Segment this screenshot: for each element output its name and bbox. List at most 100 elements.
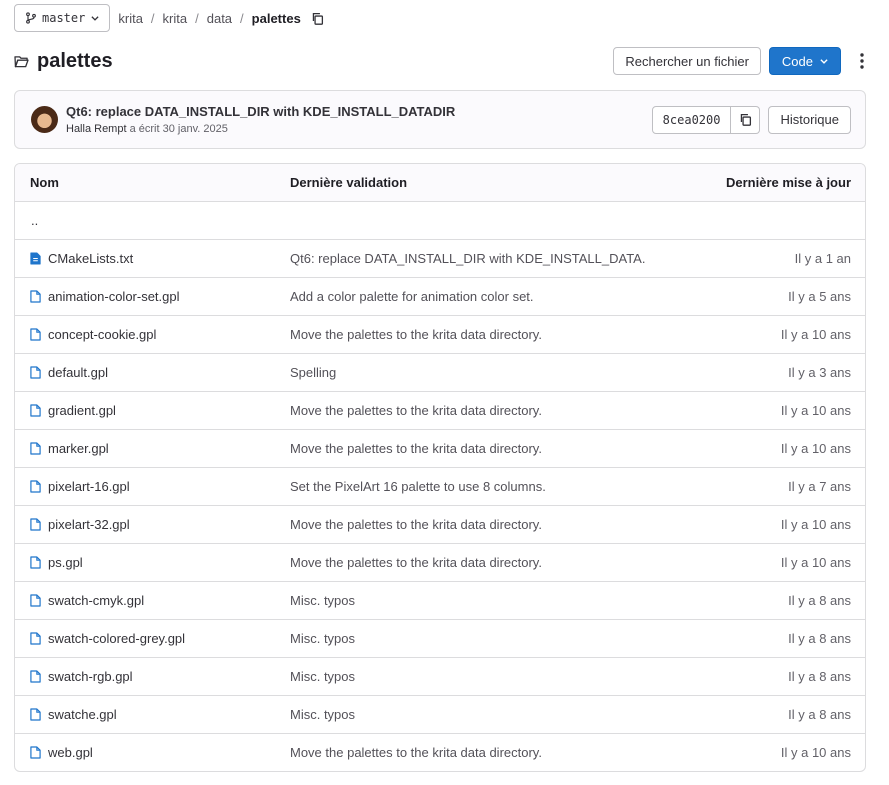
- parent-dir-row[interactable]: ..: [15, 201, 865, 239]
- branch-selector[interactable]: master: [14, 4, 111, 32]
- file-icon: [30, 518, 41, 531]
- commit-meta: Halla Rempt a écrit 30 janv. 2025: [66, 123, 455, 135]
- row-updated: Il y a 10 ans: [780, 745, 851, 760]
- breadcrumb-item[interactable]: krita: [118, 11, 143, 26]
- table-row[interactable]: ps.gpl Move the palettes to the krita dat…: [15, 543, 865, 581]
- copy-sha-button[interactable]: [731, 105, 761, 134]
- row-commit-message[interactable]: Misc. typos: [290, 631, 645, 646]
- row-commit-message[interactable]: Misc. typos: [290, 593, 645, 608]
- file-link[interactable]: swatch-rgb.gpl: [48, 669, 133, 684]
- table-row[interactable]: swatch-cmyk.gpl Misc. typos Il y a 8 ans: [15, 581, 865, 619]
- table-row[interactable]: marker.gpl Move the palettes to the krita…: [15, 429, 865, 467]
- table-row[interactable]: concept-cookie.gpl Move the palettes to t…: [15, 315, 865, 353]
- file-link[interactable]: pixelart-16.gpl: [48, 479, 130, 494]
- row-updated: Il y a 5 ans: [788, 289, 851, 304]
- row-updated: Il y a 8 ans: [788, 631, 851, 646]
- file-link[interactable]: swatche.gpl: [48, 707, 117, 722]
- title-actions: Rechercher un fichier Code: [613, 47, 875, 75]
- commit-title[interactable]: Qt6: replace DATA_INSTALL_DIR with KDE_I…: [66, 104, 455, 119]
- chevron-down-icon: [820, 59, 828, 64]
- file-icon: [30, 708, 41, 721]
- row-commit-message[interactable]: Add a color palette for animation color …: [290, 289, 645, 304]
- breadcrumb-item[interactable]: krita: [163, 11, 188, 26]
- branch-name: master: [42, 11, 86, 25]
- header-commit: Dernière validation: [290, 175, 408, 190]
- table-row[interactable]: web.gpl Move the palettes to the krita da…: [15, 733, 865, 771]
- table-row[interactable]: pixelart-32.gpl Move the palettes to the …: [15, 505, 865, 543]
- file-link[interactable]: concept-cookie.gpl: [48, 327, 156, 342]
- table-row[interactable]: gradient.gpl Move the palettes to the kri…: [15, 391, 865, 429]
- row-updated: Il y a 7 ans: [788, 479, 851, 494]
- row-updated: Il y a 3 ans: [788, 365, 851, 380]
- file-icon: [30, 328, 41, 341]
- commit-sha-group: 8cea0200: [651, 105, 761, 134]
- commit-author[interactable]: Halla Rempt: [66, 123, 127, 135]
- file-link[interactable]: ps.gpl: [48, 555, 83, 570]
- file-link[interactable]: swatch-cmyk.gpl: [48, 593, 144, 608]
- file-table: Nom Dernière validation Dernière mise à …: [14, 163, 866, 772]
- file-link[interactable]: web.gpl: [48, 745, 93, 760]
- file-link[interactable]: default.gpl: [48, 365, 108, 380]
- file-link[interactable]: animation-color-set.gpl: [48, 289, 180, 304]
- row-commit-message[interactable]: Move the palettes to the krita data dire…: [290, 403, 645, 418]
- parent-dir-link[interactable]: ..: [30, 213, 38, 228]
- row-updated: Il y a 10 ans: [780, 403, 851, 418]
- file-icon: [30, 632, 41, 645]
- row-commit-message[interactable]: Spelling: [290, 365, 645, 380]
- copy-path-button[interactable]: [311, 12, 324, 25]
- table-row[interactable]: swatche.gpl Misc. typos Il y a 8 ans: [15, 695, 865, 733]
- code-dropdown-button[interactable]: Code: [768, 47, 841, 75]
- avatar[interactable]: [31, 106, 58, 133]
- file-icon: [30, 404, 41, 417]
- file-icon: [30, 442, 41, 455]
- row-commit-message[interactable]: Move the palettes to the krita data dire…: [290, 327, 645, 342]
- row-commit-message[interactable]: Move the palettes to the krita data dire…: [290, 555, 645, 570]
- row-commit-message[interactable]: Qt6: replace DATA_INSTALL_DIR with KDE_I…: [290, 251, 645, 266]
- file-icon: [30, 290, 41, 303]
- commit-actions: 8cea0200 Historique: [651, 105, 851, 134]
- copy-icon: [740, 113, 751, 126]
- file-link[interactable]: marker.gpl: [48, 441, 109, 456]
- table-row[interactable]: default.gpl Spelling Il y a 3 ans: [15, 353, 865, 391]
- commit-sha[interactable]: 8cea0200: [651, 105, 732, 134]
- file-icon: [30, 480, 41, 493]
- table-row[interactable]: animation-color-set.gpl Add a color palet…: [15, 277, 865, 315]
- row-commit-message[interactable]: Misc. typos: [290, 707, 645, 722]
- file-icon: [30, 594, 41, 607]
- table-row[interactable]: pixelart-16.gpl Set the PixelArt 16 palet…: [15, 467, 865, 505]
- file-link[interactable]: gradient.gpl: [48, 403, 116, 418]
- commit-date-text: a écrit 30 janv. 2025: [126, 123, 228, 135]
- table-row[interactable]: swatch-colored-grey.gpl Misc. typos Il y a…: [15, 619, 865, 657]
- more-actions-button[interactable]: [849, 47, 875, 75]
- row-updated: Il y a 8 ans: [788, 707, 851, 722]
- breadcrumb-item[interactable]: data: [207, 11, 232, 26]
- row-updated: Il y a 10 ans: [780, 441, 851, 456]
- header-date: Dernière mise à jour: [726, 175, 851, 190]
- file-icon: [30, 670, 41, 683]
- table-row[interactable]: CMakeLists.txt Qt6: replace DATA_INSTALL_…: [15, 239, 865, 277]
- chevron-down-icon: [91, 16, 99, 21]
- kebab-menu-icon: [860, 53, 864, 69]
- find-file-button[interactable]: Rechercher un fichier: [613, 47, 761, 75]
- row-updated: Il y a 10 ans: [780, 555, 851, 570]
- table-header: Nom Dernière validation Dernière mise à …: [15, 164, 865, 201]
- row-commit-message[interactable]: Move the palettes to the krita data dire…: [290, 745, 645, 760]
- file-icon: [30, 746, 41, 759]
- row-commit-message[interactable]: Move the palettes to the krita data dire…: [290, 441, 645, 456]
- file-link[interactable]: CMakeLists.txt: [48, 251, 133, 266]
- breadcrumb-separator: /: [240, 10, 244, 26]
- file-link[interactable]: swatch-colored-grey.gpl: [48, 631, 185, 646]
- header-name: Nom: [30, 175, 59, 190]
- title-row: palettes Rechercher un fichier Code: [14, 46, 875, 76]
- row-commit-message[interactable]: Set the PixelArt 16 palette to use 8 col…: [290, 479, 645, 494]
- breadcrumb-current: palettes: [251, 10, 301, 26]
- row-commit-message[interactable]: Misc. typos: [290, 669, 645, 684]
- row-updated: Il y a 10 ans: [780, 517, 851, 532]
- file-icon: [30, 366, 41, 379]
- row-commit-message[interactable]: Move the palettes to the krita data dire…: [290, 517, 645, 532]
- file-link[interactable]: pixelart-32.gpl: [48, 517, 130, 532]
- code-button-label: Code: [781, 53, 813, 69]
- history-button[interactable]: Historique: [768, 105, 851, 134]
- row-updated: Il y a 8 ans: [788, 593, 851, 608]
- table-row[interactable]: swatch-rgb.gpl Misc. typos Il y a 8 ans: [15, 657, 865, 695]
